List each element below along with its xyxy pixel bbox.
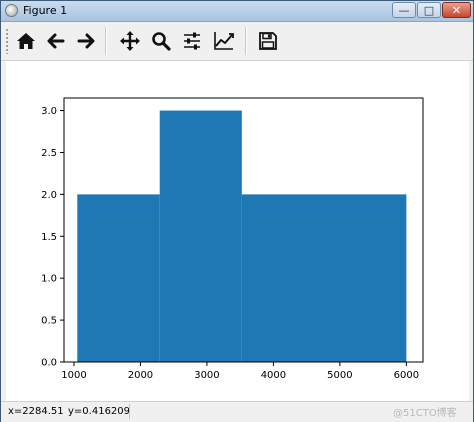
x-tick-label: 5000	[327, 370, 352, 381]
zoom-button[interactable]	[148, 28, 174, 54]
figure-window: Figure 1 — □ ✕ 1000 2000 3000 4000 5000 …	[0, 0, 474, 422]
close-icon: ✕	[451, 3, 462, 17]
line-chart-icon	[214, 32, 234, 50]
y-tick-label: 3.0	[41, 106, 57, 117]
x-tick-label: 6000	[394, 370, 419, 381]
close-button[interactable]: ✕	[442, 2, 471, 18]
minimize-button[interactable]: —	[392, 2, 416, 18]
save-button[interactable]	[255, 28, 281, 54]
cursor-y-readout: y=0.416209	[68, 406, 131, 417]
x-tick-label: 4000	[261, 370, 286, 381]
histogram-bar-3	[241, 194, 407, 362]
app-icon	[5, 4, 18, 17]
y-tick-label: 0.5	[41, 316, 57, 327]
y-tick-label: 2.5	[41, 148, 57, 159]
histogram-chart[interactable]: 1000 2000 3000 4000 5000 6000 0.0 0.5 1.0 1.5 2.0…	[6, 61, 469, 401]
forward-button[interactable]	[73, 28, 99, 54]
y-tick-label: 1.5	[41, 232, 57, 243]
status-divider	[129, 404, 130, 419]
watermark: @51CTO博客	[393, 408, 457, 419]
pan-button[interactable]	[117, 28, 143, 54]
floppy-disk-icon	[259, 32, 277, 50]
cursor-x-readout: x=2284.51	[8, 406, 64, 417]
x-tick-label: 2000	[128, 370, 153, 381]
maximize-button[interactable]: □	[417, 2, 441, 18]
back-button[interactable]	[43, 28, 69, 54]
configure-subplots-button[interactable]	[179, 28, 205, 54]
navigation-toolbar	[1, 22, 473, 61]
arrow-right-icon	[77, 33, 95, 49]
move-icon	[120, 31, 140, 51]
minimize-icon: —	[398, 3, 410, 17]
toolbar-separator	[105, 27, 107, 55]
x-tick-label: 3000	[194, 370, 219, 381]
figure-canvas[interactable]: 1000 2000 3000 4000 5000 6000 0.0 0.5 1.0 1.5 2.0…	[6, 61, 469, 401]
edit-axis-button[interactable]	[211, 28, 237, 54]
window-title: Figure 1	[23, 4, 68, 17]
histogram-bar-2	[159, 110, 242, 362]
y-tick-label: 1.0	[41, 274, 57, 285]
maximize-icon: □	[423, 3, 435, 17]
y-tick-label: 0.0	[41, 358, 57, 369]
x-tick-label: 1000	[61, 370, 86, 381]
arrow-left-icon	[47, 33, 65, 49]
title-bar[interactable]: Figure 1 — □ ✕	[1, 1, 473, 22]
y-tick-label: 2.0	[41, 190, 57, 201]
histogram-bar-1	[77, 194, 160, 362]
toolbar-separator	[245, 27, 247, 55]
home-icon	[17, 33, 35, 49]
toolbar-grip[interactable]	[5, 28, 9, 54]
sliders-icon	[184, 32, 200, 50]
home-button[interactable]	[13, 28, 39, 54]
search-icon	[152, 32, 171, 51]
